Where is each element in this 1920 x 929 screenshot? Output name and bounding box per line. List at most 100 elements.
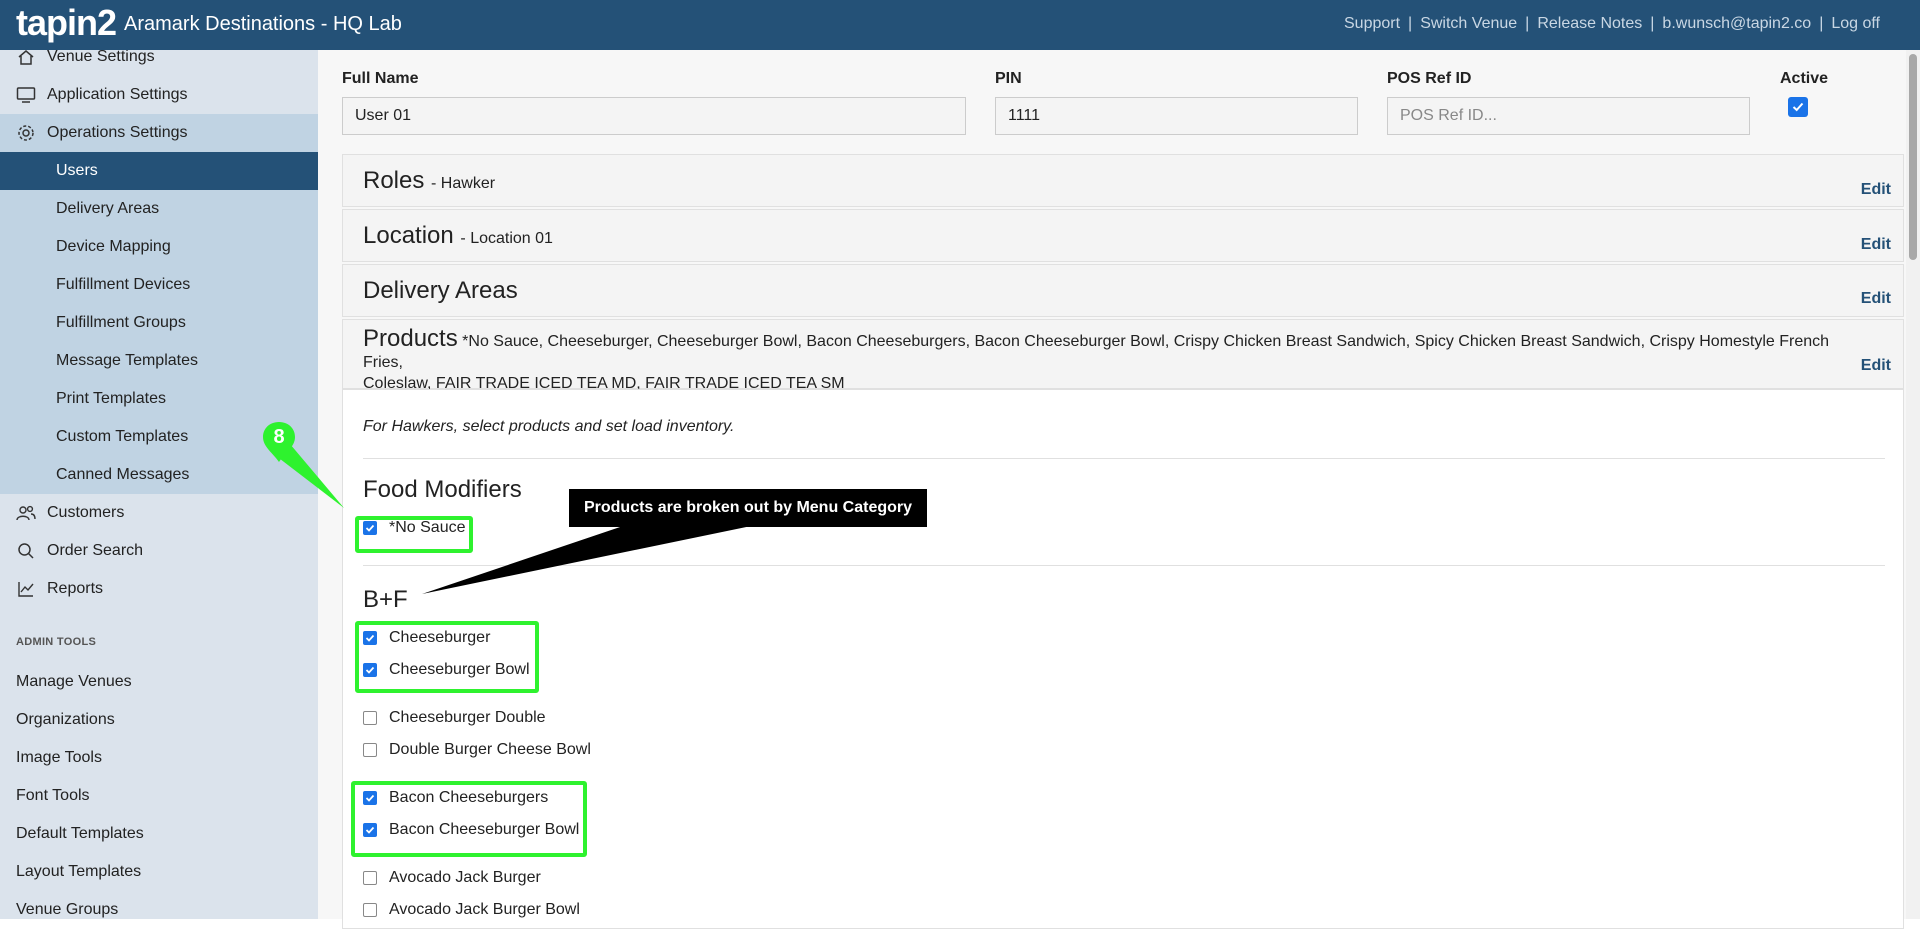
sidebar-item-label: Users <box>56 162 98 179</box>
delivery-areas-edit-link[interactable]: Edit <box>1861 290 1891 308</box>
roles-edit-link[interactable]: Edit <box>1861 181 1891 199</box>
log-off-link[interactable]: Log off <box>1831 15 1880 33</box>
venue-title: Aramark Destinations - HQ Lab <box>124 13 402 35</box>
full-name-input[interactable] <box>342 97 966 135</box>
sidebar: Venue Settings Application Settings Oper… <box>0 50 318 919</box>
divider <box>363 565 1885 566</box>
panel-title-text: Roles <box>363 167 425 194</box>
full-name-label: Full Name <box>342 70 419 87</box>
page-scrollbar[interactable] <box>1906 50 1920 919</box>
scrollbar-thumb[interactable] <box>1909 54 1917 260</box>
location-title: Location - Location 01 <box>363 222 553 250</box>
sidebar-item-label: Order Search <box>47 542 144 559</box>
location-value: - Location 01 <box>460 230 553 247</box>
product-option-avocado-jack-burger[interactable]: Avocado Jack Burger <box>363 869 541 887</box>
top-links: Support | Switch Venue | Release Notes |… <box>1344 15 1880 33</box>
sidebar-item-customers[interactable]: Customers <box>0 494 318 532</box>
sidebar-item-operations-settings[interactable]: Operations Settings <box>0 114 318 152</box>
step-badge-number: 8 <box>273 426 284 448</box>
support-link[interactable]: Support <box>1344 15 1400 33</box>
pin-input[interactable] <box>995 97 1358 135</box>
home-icon <box>16 50 36 67</box>
sidebar-item-label: Print Templates <box>56 390 166 407</box>
tapin2-logo[interactable]: tapin2 <box>16 2 117 44</box>
checkbox-unchecked[interactable] <box>363 711 377 725</box>
step-badge: 8 <box>263 422 295 462</box>
gear-icon <box>16 123 36 143</box>
sidebar-item-label: Venue Settings <box>47 50 155 65</box>
callout-menu-category: Products are broken out by Menu Category <box>569 489 927 527</box>
products-value: *No Sauce, Cheeseburger, Cheeseburger Bo… <box>363 333 1830 371</box>
hawker-hint: For Hawkers, select products and set loa… <box>363 418 735 435</box>
sidebar-item-delivery-areas[interactable]: Delivery Areas <box>0 190 318 228</box>
pos-ref-id-label: POS Ref ID <box>1387 70 1472 87</box>
sidebar-item-venue-groups[interactable]: Venue Groups <box>16 901 118 919</box>
products-edit-link[interactable]: Edit <box>1861 357 1891 375</box>
sidebar-item-label: Device Mapping <box>56 238 171 255</box>
highlight-box <box>351 781 587 857</box>
sidebar-item-manage-venues[interactable]: Manage Venues <box>16 673 132 691</box>
roles-title: Roles - Hawker <box>363 167 495 195</box>
bf-heading: B+F <box>363 586 408 613</box>
sidebar-item-label: Application Settings <box>47 86 188 103</box>
option-label: Avocado Jack Burger <box>389 869 541 886</box>
sidebar-item-device-mapping[interactable]: Device Mapping <box>0 228 318 266</box>
sidebar-item-label: Message Templates <box>56 352 198 369</box>
sidebar-item-image-tools[interactable]: Image Tools <box>16 749 102 767</box>
option-label: Cheeseburger Double <box>389 709 546 726</box>
switch-venue-link[interactable]: Switch Venue <box>1420 15 1517 33</box>
separator: | <box>1650 15 1655 32</box>
sidebar-item-reports[interactable]: Reports <box>0 570 318 608</box>
pos-ref-id-input[interactable] <box>1387 97 1750 135</box>
highlight-box <box>355 516 473 553</box>
active-checkbox[interactable] <box>1788 97 1808 117</box>
sidebar-item-fulfillment-groups[interactable]: Fulfillment Groups <box>0 304 318 342</box>
search-icon <box>16 541 36 561</box>
sidebar-item-message-templates[interactable]: Message Templates <box>0 342 318 380</box>
top-bar: tapin2 Aramark Destinations - HQ Lab Sup… <box>0 0 1920 50</box>
sidebar-item-label: Fulfillment Devices <box>56 276 191 293</box>
user-email-link[interactable]: b.wunsch@tapin2.co <box>1662 15 1811 33</box>
highlight-box <box>355 621 539 693</box>
delivery-areas-title: Delivery Areas <box>363 277 518 304</box>
location-panel: Location - Location 01 Edit <box>342 209 1904 262</box>
divider <box>363 458 1885 459</box>
sidebar-item-label: Delivery Areas <box>56 200 160 217</box>
sidebar-item-application-settings[interactable]: Application Settings <box>0 76 318 114</box>
roles-value: - Hawker <box>431 175 496 192</box>
product-option-avocado-jack-burger-bowl[interactable]: Avocado Jack Burger Bowl <box>363 901 580 919</box>
checkbox-unchecked[interactable] <box>363 871 377 885</box>
sidebar-item-label: Custom Templates <box>56 428 189 445</box>
product-option-double-burger-cheese-bowl[interactable]: Double Burger Cheese Bowl <box>363 741 591 759</box>
line-chart-icon <box>16 579 36 599</box>
sidebar-item-users[interactable]: Users <box>0 152 318 190</box>
sidebar-item-default-templates[interactable]: Default Templates <box>16 825 144 843</box>
active-label: Active <box>1780 70 1829 87</box>
products-summary: Products *No Sauce, Cheeseburger, Cheese… <box>363 327 1863 394</box>
separator: | <box>1525 15 1530 32</box>
sidebar-item-font-tools[interactable]: Font Tools <box>16 787 90 805</box>
sidebar-item-organizations[interactable]: Organizations <box>16 711 115 729</box>
sidebar-item-print-templates[interactable]: Print Templates <box>0 380 318 418</box>
food-modifiers-heading: Food Modifiers <box>363 476 522 503</box>
delivery-areas-panel: Delivery Areas Edit <box>342 264 1904 317</box>
panel-title-text: Location <box>363 222 454 249</box>
sidebar-item-venue-settings[interactable]: Venue Settings <box>0 50 318 76</box>
monitor-icon <box>16 85 36 105</box>
product-option-cheeseburger-double[interactable]: Cheeseburger Double <box>363 709 546 727</box>
option-label: Double Burger Cheese Bowl <box>389 741 591 758</box>
sidebar-item-label: Fulfillment Groups <box>56 314 186 331</box>
sidebar-item-layout-templates[interactable]: Layout Templates <box>16 863 141 881</box>
sidebar-item-label: Customers <box>47 504 125 521</box>
products-panel: Products *No Sauce, Cheeseburger, Cheese… <box>342 319 1904 392</box>
sidebar-item-label: Operations Settings <box>47 124 188 141</box>
sidebar-item-fulfillment-devices[interactable]: Fulfillment Devices <box>0 266 318 304</box>
roles-panel: Roles - Hawker Edit <box>342 154 1904 207</box>
separator: | <box>1408 15 1413 32</box>
checkbox-unchecked[interactable] <box>363 743 377 757</box>
location-edit-link[interactable]: Edit <box>1861 236 1891 254</box>
release-notes-link[interactable]: Release Notes <box>1537 15 1642 33</box>
sidebar-item-order-search[interactable]: Order Search <box>0 532 318 570</box>
sidebar-item-label: Canned Messages <box>56 466 190 483</box>
checkbox-unchecked[interactable] <box>363 903 377 917</box>
